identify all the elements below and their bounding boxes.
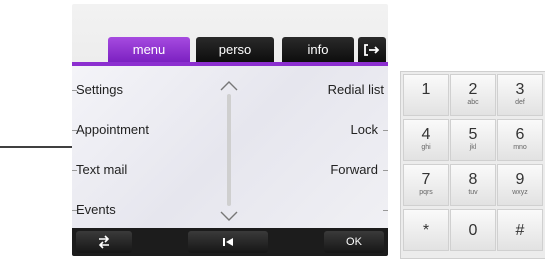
- scroll-down-icon[interactable]: [220, 208, 238, 226]
- swap-icon[interactable]: [76, 231, 132, 253]
- key-2[interactable]: 2 abc: [450, 74, 496, 116]
- key-digit: #: [515, 222, 525, 239]
- key-letters: wxyz: [512, 189, 528, 196]
- key-0[interactable]: 0: [450, 209, 496, 251]
- key-digit: 9: [515, 171, 525, 188]
- menu-item-events[interactable]: Events: [76, 200, 116, 220]
- ok-button[interactable]: OK: [324, 231, 384, 253]
- tab-menu[interactable]: menu: [108, 37, 190, 63]
- scrollbar[interactable]: [227, 94, 231, 206]
- menu-content: Settings Redial list Appointment Lock Te…: [72, 66, 388, 228]
- key-letters: abc: [467, 99, 479, 106]
- menu-item-text-mail[interactable]: Text mail: [76, 160, 127, 180]
- key-9[interactable]: 9 wxyz: [497, 164, 543, 206]
- key-digit: *: [422, 222, 430, 239]
- menu-item-appointment[interactable]: Appointment: [76, 120, 149, 140]
- menu-item-forward[interactable]: Forward: [330, 160, 378, 180]
- key-digit: 1: [421, 81, 431, 98]
- key-letters: ghi: [421, 144, 431, 151]
- skip-back-icon[interactable]: [188, 231, 268, 253]
- key-1[interactable]: 1: [403, 74, 449, 116]
- exit-arrow-icon[interactable]: [358, 37, 386, 63]
- key-star[interactable]: *: [403, 209, 449, 251]
- key-digit: 8: [468, 171, 478, 188]
- key-letters: pqrs: [419, 189, 433, 196]
- tab-bar: menu perso info: [72, 37, 388, 65]
- key-digit: 0: [468, 222, 478, 239]
- key-digit: 4: [421, 126, 431, 143]
- key-6[interactable]: 6 mno: [497, 119, 543, 161]
- tab-perso[interactable]: perso: [196, 37, 274, 63]
- menu-item-redial-list[interactable]: Redial list: [328, 80, 384, 100]
- key-digit: 7: [421, 171, 431, 188]
- row-dash: [383, 210, 388, 211]
- menu-item-settings[interactable]: Settings: [76, 80, 123, 100]
- key-5[interactable]: 5 jkl: [450, 119, 496, 161]
- key-digit: 3: [515, 81, 525, 98]
- phone-screen: menu perso info Settings Redial list App…: [72, 4, 388, 256]
- key-digit: 2: [468, 81, 478, 98]
- key-digit: 5: [468, 126, 478, 143]
- key-8[interactable]: 8 tuv: [450, 164, 496, 206]
- key-letters: mno: [513, 144, 527, 151]
- softkey-bar: OK: [72, 228, 388, 256]
- key-letters: tuv: [468, 189, 478, 196]
- key-letters: jkl: [469, 144, 477, 151]
- menu-item-lock[interactable]: Lock: [351, 120, 378, 140]
- row-dash: [383, 170, 388, 171]
- key-hash[interactable]: #: [497, 209, 543, 251]
- key-7[interactable]: 7 pqrs: [403, 164, 449, 206]
- row-dash: [383, 130, 388, 131]
- dial-keypad: 1 2 abc 3 def 4 ghi 5 jkl 6 mno 7 pqrs 8 tuv 9w…: [400, 71, 545, 259]
- key-4[interactable]: 4 ghi: [403, 119, 449, 161]
- key-digit: 6: [515, 126, 525, 143]
- key-letters: def: [515, 99, 525, 106]
- tab-info[interactable]: info: [282, 37, 354, 63]
- key-3[interactable]: 3 def: [497, 74, 543, 116]
